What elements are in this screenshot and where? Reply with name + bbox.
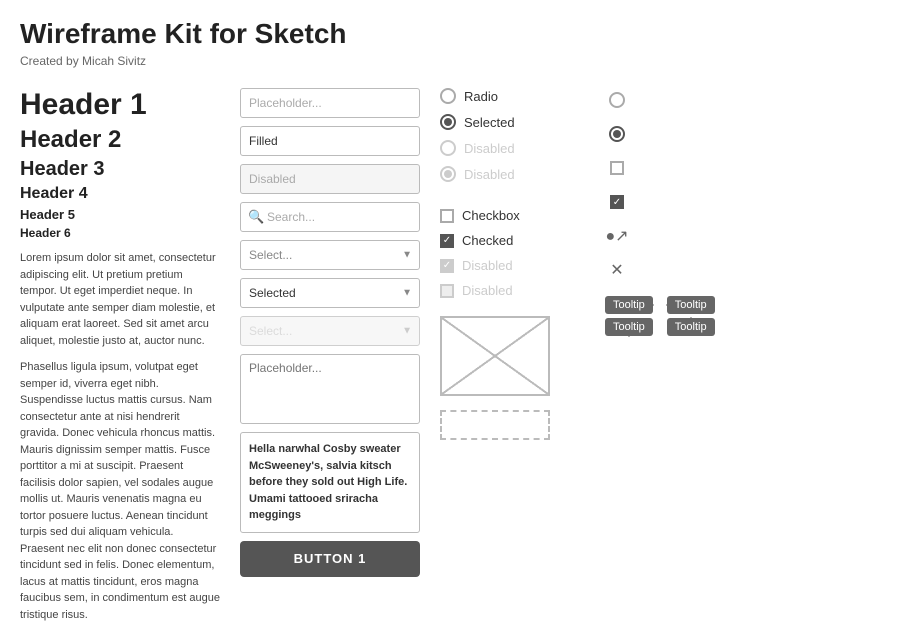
tooltip-row-2: Tooltip Tooltip — [605, 318, 715, 336]
checkbox-label-checkbox: Checkbox — [462, 208, 520, 223]
heading-3: Header 3 — [20, 158, 220, 181]
radio-empty-icon — [609, 92, 625, 108]
radio-item-disabled-filled: Disabled — [440, 166, 585, 182]
radio-circle-empty[interactable] — [440, 88, 456, 104]
icon-close: ✕ — [605, 258, 629, 282]
textarea-placeholder[interactable] — [240, 354, 420, 424]
icon-checkbox-empty — [605, 156, 629, 180]
radio-selected-icon — [609, 126, 625, 142]
close-icon-standalone: ✕ — [610, 260, 623, 280]
select-wrap-1: Select... Option 1 ▼ — [240, 240, 420, 270]
tooltip-label-2: Tooltip — [675, 299, 707, 311]
heading-5: Header 5 — [20, 207, 220, 222]
checkbox-box-disabled — [440, 284, 454, 298]
heading-2: Header 2 — [20, 126, 220, 154]
heading-1: Header 1 — [20, 88, 220, 122]
radio-circle-selected[interactable] — [440, 114, 456, 130]
disabled-input — [240, 164, 420, 194]
page-title: Wireframe Kit for Sketch — [20, 18, 880, 50]
tooltip-arrow-down: Tooltip — [605, 318, 653, 336]
select-wrap-disabled: Select... ▼ — [240, 316, 420, 346]
dashed-placeholder — [440, 410, 550, 440]
tooltip-label-1: Tooltip — [613, 299, 645, 311]
radio-circle-disabled — [440, 140, 456, 156]
checkbox-item-checked[interactable]: Checked — [440, 233, 585, 248]
checkbox-box-checked[interactable] — [440, 234, 454, 248]
radio-item-selected[interactable]: Selected — [440, 114, 585, 130]
radio-label-radio: Radio — [464, 89, 498, 104]
checkbox-item-normal[interactable]: Checkbox — [440, 208, 585, 223]
checkbox-label-checked: Checked — [462, 233, 513, 248]
placeholder-input[interactable] — [240, 88, 420, 118]
column-inputs: 🔍 Select... Option 1 ▼ Selected Option 1… — [230, 88, 430, 577]
heading-4: Header 4 — [20, 185, 220, 203]
search-icon-standalone: ●↗ — [605, 226, 628, 246]
filled-input[interactable] — [240, 126, 420, 156]
select-dropdown-2[interactable]: Selected Option 1 — [240, 278, 420, 308]
checkbox-box-disabled-checked — [440, 259, 454, 273]
checkbox-item-disabled-checked: Disabled — [440, 258, 585, 273]
column-radio-checkbox: Radio Selected Disabled Disabled Checkbo… — [430, 88, 595, 440]
icon-radio-empty — [605, 88, 629, 112]
heading-6: Header 6 — [20, 226, 220, 240]
tooltip-arrow-up: Tooltip — [667, 318, 715, 336]
radio-item-normal[interactable]: Radio — [440, 88, 585, 104]
search-wrap: 🔍 — [240, 202, 420, 232]
search-input[interactable] — [240, 202, 420, 232]
tooltip-row-1: Tooltip Tooltip — [605, 296, 715, 314]
radio-label-selected: Selected — [464, 115, 515, 130]
radio-label-disabled: Disabled — [464, 141, 515, 156]
checkbox-empty-icon — [610, 161, 624, 175]
select-dropdown-1[interactable]: Select... Option 1 — [240, 240, 420, 270]
checkbox-label-disabled-checked: Disabled — [462, 258, 513, 273]
body-text-1: Lorem ipsum dolor sit amet, consectetur … — [20, 250, 220, 349]
button-primary[interactable]: BUTTON 1 — [240, 541, 420, 577]
column-icons-tooltips: ●↗ ✕ Tooltip Tooltip Tooltip — [595, 88, 725, 336]
icon-checkbox-checked — [605, 190, 629, 214]
tooltip-label-4: Tooltip — [675, 321, 707, 333]
checkbox-checked-icon — [610, 195, 624, 209]
page-subtitle: Created by Micah Sivitz — [20, 54, 880, 68]
tooltip-label-3: Tooltip — [613, 321, 645, 333]
tooltip-arrow-right: Tooltip — [605, 296, 653, 314]
tooltip-section: Tooltip Tooltip Tooltip Tooltip — [605, 296, 715, 336]
select-dropdown-disabled: Select... — [240, 316, 420, 346]
body-text-2: Phasellus ligula ipsum, volutpat eget se… — [20, 359, 220, 623]
icon-search: ●↗ — [605, 224, 629, 248]
column-headers-text: Header 1 Header 2 Header 3 Header 4 Head… — [20, 88, 230, 633]
search-icon: 🔍 — [248, 209, 264, 225]
checkbox-label-disabled: Disabled — [462, 283, 513, 298]
radio-item-disabled: Disabled — [440, 140, 585, 156]
textarea-content: Hella narwhal Cosby sweater McSweeney's,… — [240, 432, 420, 533]
icon-radio-selected — [605, 122, 629, 146]
radio-label-disabled-filled: Disabled — [464, 167, 515, 182]
select-wrap-2: Selected Option 1 ▼ — [240, 278, 420, 308]
image-placeholder — [440, 316, 550, 396]
radio-circle-disabled-filled — [440, 166, 456, 182]
checkbox-box-empty[interactable] — [440, 209, 454, 223]
checkbox-item-disabled: Disabled — [440, 283, 585, 298]
